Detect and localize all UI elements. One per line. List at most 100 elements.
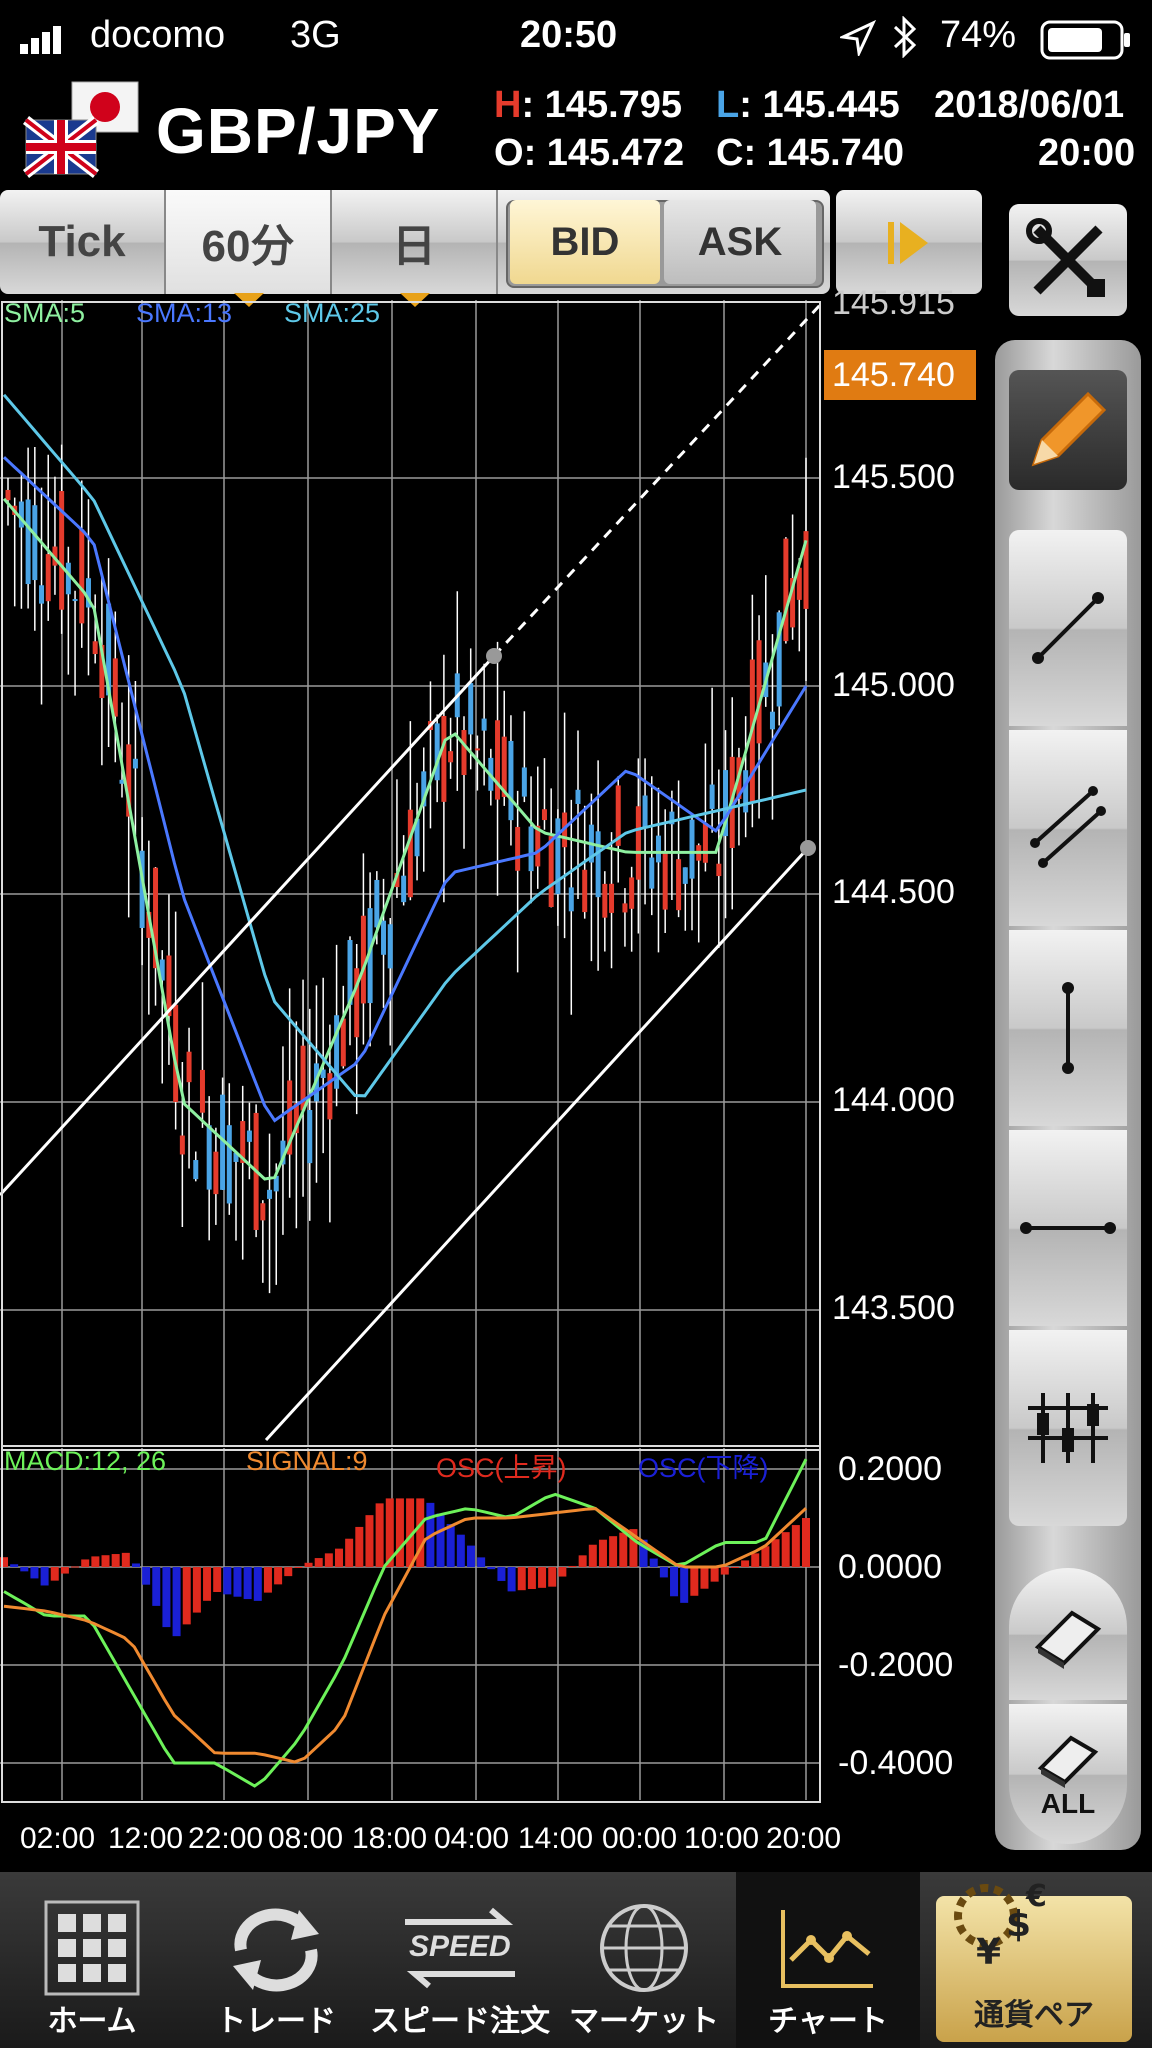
osc-bar [335, 1548, 344, 1567]
candle-body [474, 748, 480, 751]
nav-trade[interactable]: トレード [184, 1872, 368, 2048]
candle-body [267, 1189, 273, 1199]
candle-body [92, 641, 98, 655]
nav-market[interactable]: マーケット [552, 1872, 736, 2048]
candlestick-icon [1028, 1393, 1108, 1463]
nav-home-label: ホーム [47, 2005, 137, 2038]
eraser-button[interactable] [1009, 1568, 1127, 1700]
osc-bar [578, 1555, 587, 1567]
horizontal-line-tool[interactable] [1009, 1130, 1127, 1326]
tab-day-label: 日 [392, 222, 436, 271]
pencil-button[interactable] [1009, 370, 1127, 490]
signal-legend-item: SIGNAL:9 [246, 1446, 368, 1476]
horizontal-line-icon [1020, 1222, 1116, 1234]
x-axis-label: 14:00 [518, 1822, 594, 1855]
osc-bar [436, 1513, 445, 1567]
current-price: 145.740 [832, 356, 955, 394]
status-bar: docomo 3G 20:50 74% [0, 0, 1152, 80]
sma13-legend: SMA:13 [136, 298, 233, 328]
channel-tool[interactable] [1009, 730, 1127, 926]
low-value: 145.445 [762, 84, 900, 126]
candle-body [199, 1069, 205, 1113]
bottom-nav: ホーム トレード SPEED スピード注文 マーケット チャート ¥ $ € 通貨ペ… [0, 1872, 1152, 2048]
osc-bar [162, 1567, 171, 1628]
tab-tick[interactable]: Tick [0, 190, 166, 294]
candle-body [743, 770, 749, 813]
candle-body [535, 825, 541, 867]
trendline-icon [1032, 592, 1104, 664]
osc-bar [243, 1567, 252, 1600]
candle-body [783, 538, 789, 642]
speed-icon: SPEED [395, 1900, 525, 1996]
x-axis-label: 08:00 [268, 1822, 344, 1855]
open-quote: O: 145.472 [494, 132, 685, 174]
ask-button[interactable]: ASK [664, 200, 816, 284]
channel-lower-line[interactable] [264, 846, 810, 1442]
nav-currency-label: 通貨ペア [974, 1999, 1094, 2032]
candle-body [381, 920, 387, 955]
osc-bar [121, 1552, 130, 1567]
macd-line [3, 1458, 808, 1788]
nav-currency-pair[interactable]: ¥ $ € 通貨ペア [936, 1879, 1132, 2042]
vertical-line-tool[interactable] [1009, 930, 1127, 1126]
sma-legend: SMA:5 SMA:13 SMA:25 [4, 298, 824, 338]
trendline-handle[interactable] [800, 840, 816, 856]
osc-bar [10, 1564, 19, 1567]
macd-chart [0, 1458, 810, 1788]
osc-bar [802, 1518, 810, 1567]
osc-bar [781, 1532, 790, 1567]
y-label: 143.500 [832, 1289, 955, 1327]
osc-bar [203, 1567, 212, 1601]
candle-body [39, 585, 45, 604]
osc-bar [710, 1567, 719, 1582]
x-axis-label: 22:00 [188, 1822, 264, 1855]
candle-body [481, 718, 487, 731]
channel-upper-line[interactable] [0, 654, 496, 1197]
high-label: H [494, 84, 522, 126]
tools-button[interactable] [1009, 204, 1127, 316]
osc-bar [213, 1567, 222, 1592]
osc-bar [284, 1567, 293, 1577]
flags-icon [22, 80, 142, 185]
osc-bar [527, 1567, 536, 1590]
osc-up-legend-item: OSC(上昇) [436, 1453, 567, 1483]
trendline-tool[interactable] [1009, 530, 1127, 726]
candle-body [548, 836, 554, 908]
osc-bar [507, 1567, 516, 1592]
location-icon [837, 19, 877, 61]
nav-home[interactable]: ホーム [0, 1872, 184, 2048]
tab-60min[interactable]: 60分 [166, 190, 332, 307]
low-label: L [716, 84, 740, 126]
osc-bar [131, 1563, 140, 1567]
erase-all-button[interactable]: ALL [1009, 1704, 1127, 1844]
channel-icon [1030, 786, 1106, 868]
x-axis-label: 00:00 [602, 1822, 678, 1855]
candle-body [568, 887, 574, 912]
candle-body [387, 924, 393, 969]
osc-bar [91, 1556, 100, 1567]
osc-bar [741, 1560, 750, 1567]
candle-body [407, 809, 413, 898]
nav-chart[interactable]: チャート [736, 1872, 920, 2048]
sma5-legend: SMA:5 [4, 298, 86, 328]
osc-bar [365, 1515, 374, 1567]
candle-body [682, 867, 688, 884]
tab-day[interactable]: 日 [332, 190, 498, 307]
candle-body [595, 831, 601, 898]
candle-body [508, 740, 514, 821]
nav-trade-label: トレード [216, 2005, 336, 2038]
trendline-handle[interactable] [486, 648, 502, 664]
candle-body [18, 501, 24, 528]
osc-bar [456, 1534, 465, 1567]
play-button[interactable] [836, 190, 982, 294]
candle-body [622, 903, 628, 913]
bid-button[interactable]: BID [510, 200, 660, 284]
macd-y-label: -0.2000 [838, 1646, 954, 1684]
osc-bar [680, 1567, 689, 1603]
nav-speed-order[interactable]: SPEED スピード注文 [368, 1872, 552, 2048]
candle-tool[interactable] [1009, 1330, 1127, 1526]
osc-bar [355, 1526, 364, 1567]
pencil-icon [1031, 391, 1107, 467]
y-label: 145.000 [832, 666, 955, 704]
osc-bar [40, 1567, 49, 1586]
